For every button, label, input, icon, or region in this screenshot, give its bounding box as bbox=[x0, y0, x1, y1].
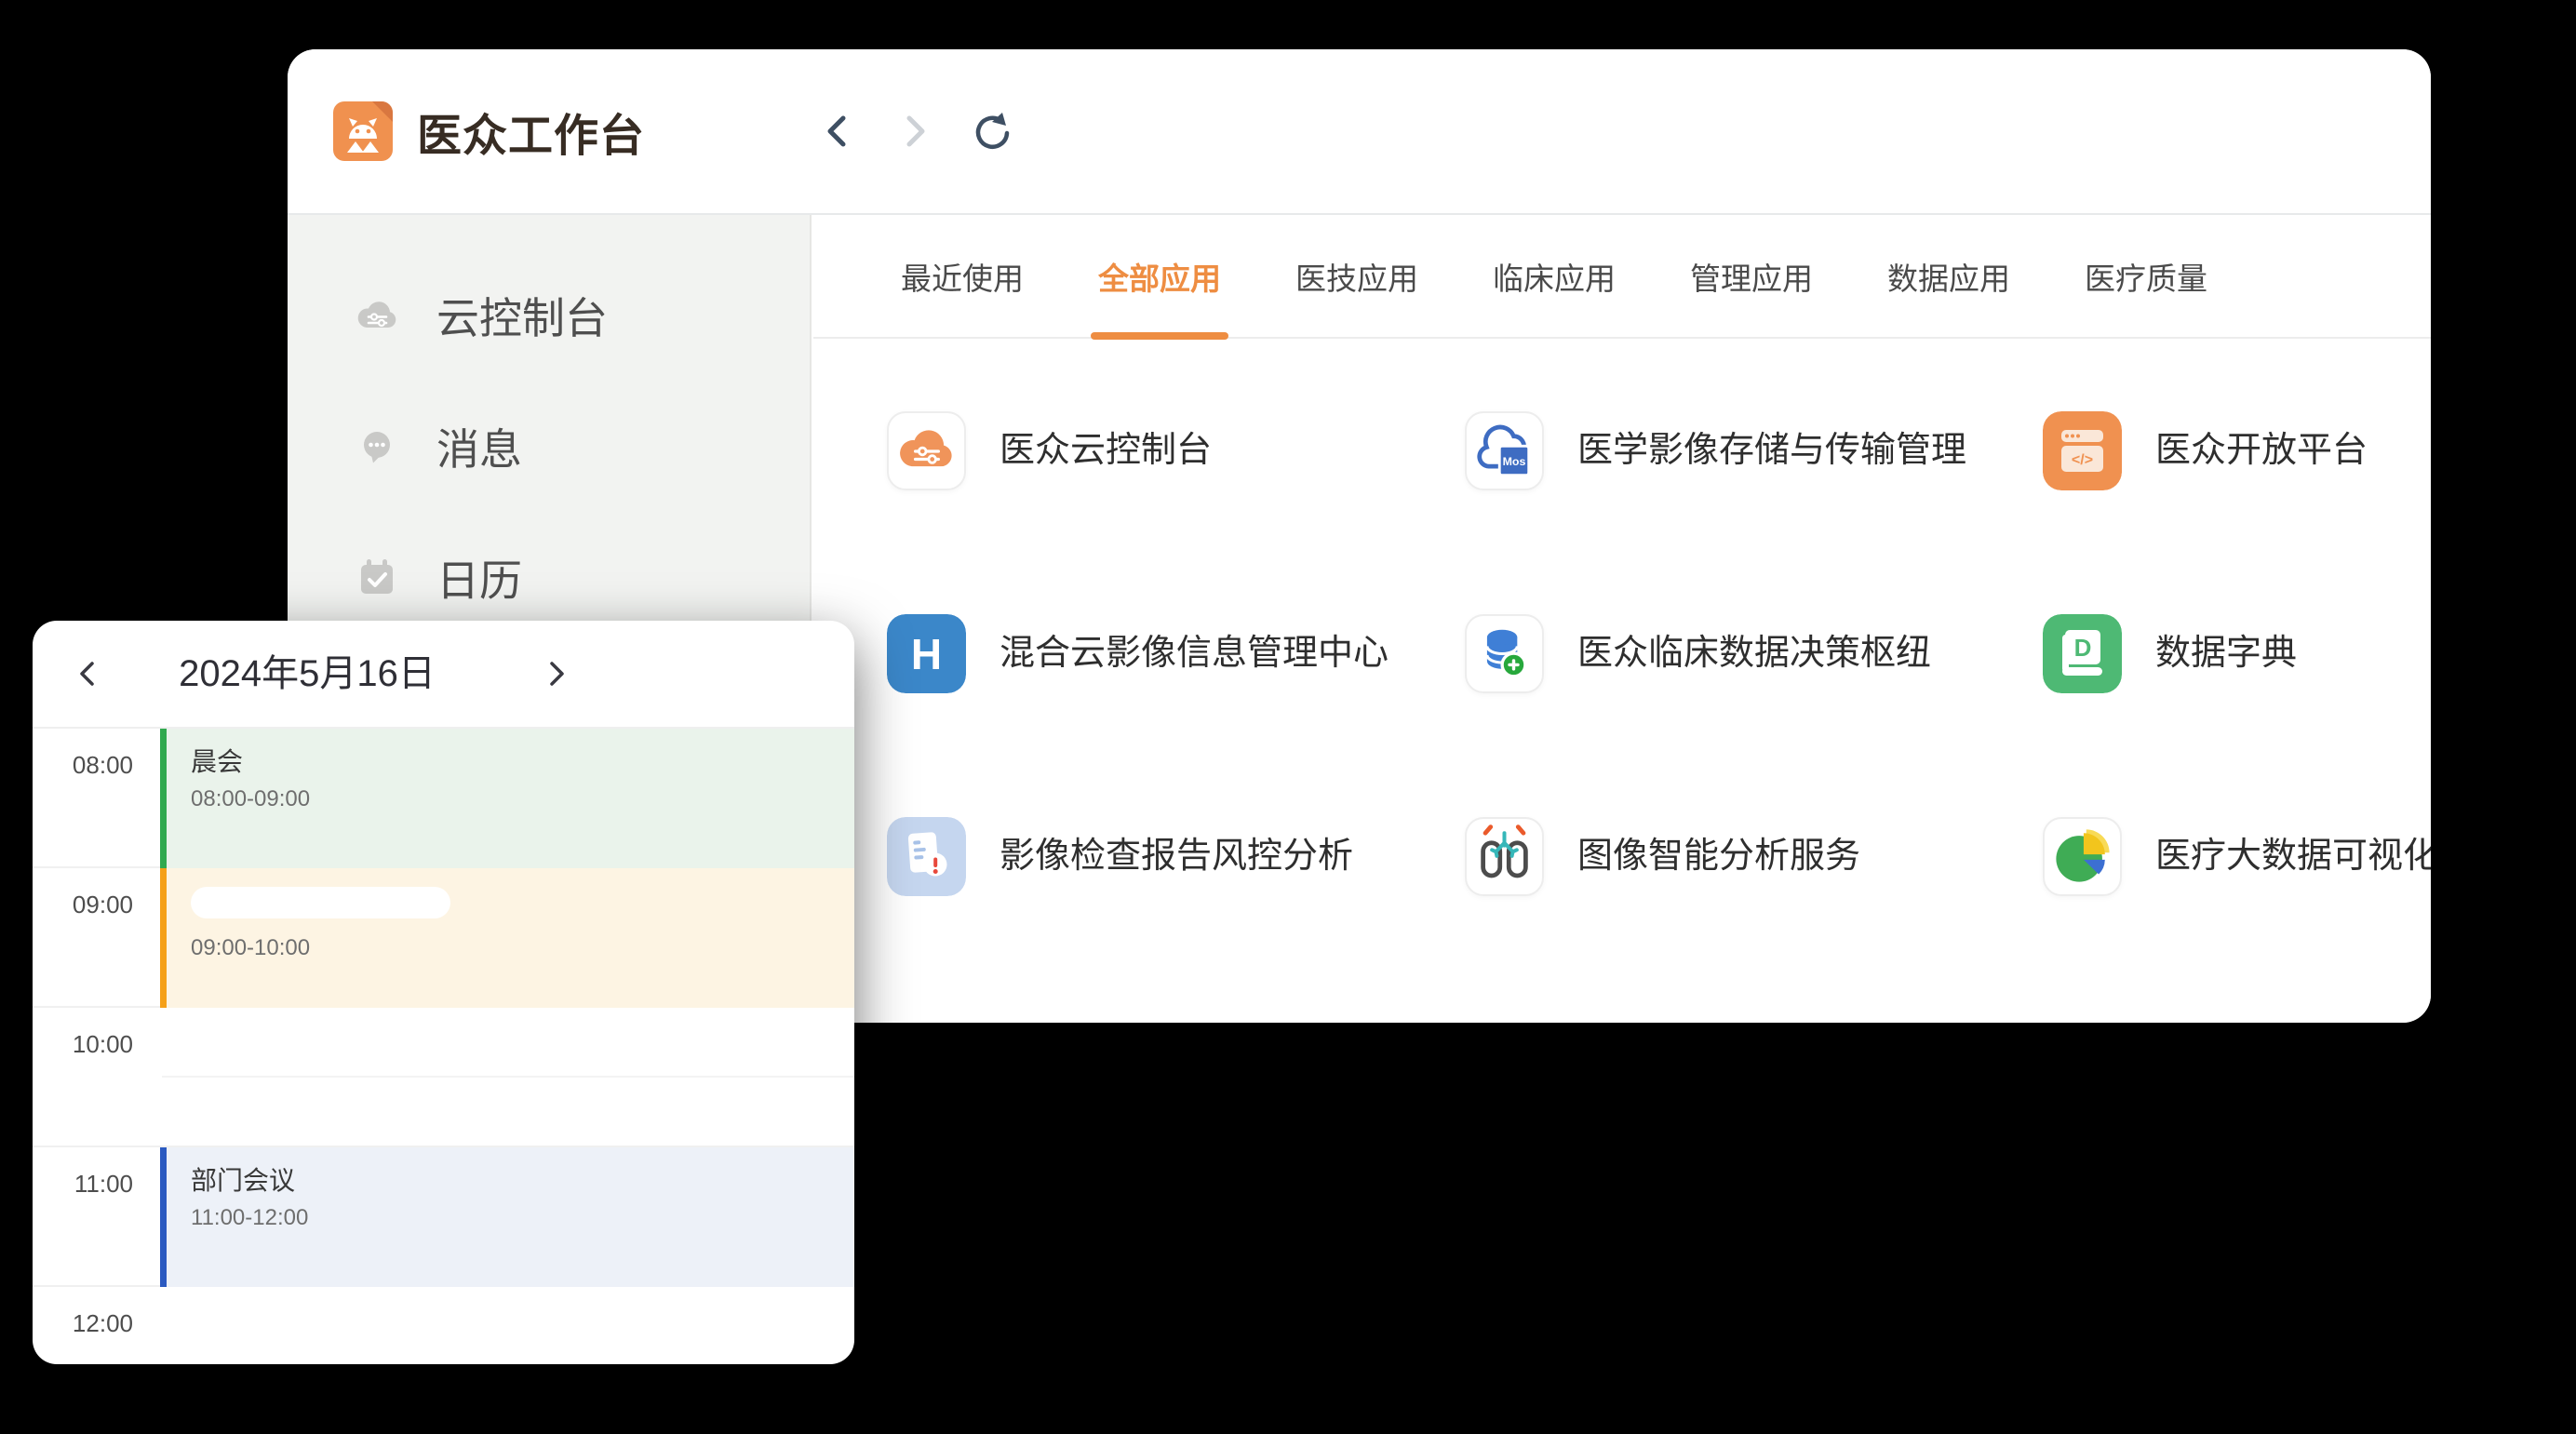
calendar-panel: 2024年5月16日 08:00 09:00 10:00 11:00 12:00… bbox=[33, 621, 854, 1364]
calendar-check-icon bbox=[353, 554, 401, 602]
back-icon[interactable] bbox=[818, 111, 859, 152]
tab-all-apps[interactable]: 全部应用 bbox=[1098, 215, 1221, 337]
calendar-event-department-meeting[interactable]: 部门会议 11:00-12:00 bbox=[160, 1147, 854, 1287]
time-label: 08:00 bbox=[33, 751, 133, 780]
refresh-icon[interactable] bbox=[969, 111, 1010, 152]
app-label: 医疗大数据可视化 bbox=[2155, 817, 2431, 896]
app-logo-icon bbox=[333, 101, 393, 161]
app-image-ai-analysis[interactable]: 图像智能分析服务 bbox=[1465, 817, 2043, 1020]
tab-clinical-apps[interactable]: 临床应用 bbox=[1493, 215, 1616, 337]
event-time: 08:00-09:00 bbox=[191, 786, 854, 812]
hybrid-h-icon: H bbox=[887, 614, 966, 693]
sidebar-item-label: 云控制台 bbox=[436, 285, 608, 346]
app-cloud-console[interactable]: 医众云控制台 bbox=[887, 411, 1465, 614]
app-label: 混合云影像信息管理中心 bbox=[1000, 614, 1389, 693]
event-time: 09:00-10:00 bbox=[191, 935, 854, 961]
calendar-event-morning-meeting[interactable]: 晨会 08:00-09:00 bbox=[160, 729, 854, 868]
h-text: H bbox=[911, 630, 942, 678]
cloud-settings-icon bbox=[353, 291, 401, 340]
app-label: 数据字典 bbox=[2155, 614, 2297, 693]
cloud-mos-icon: Mos bbox=[1465, 411, 1544, 490]
app-data-dictionary[interactable]: D 数据字典 bbox=[2043, 614, 2431, 817]
forward-icon[interactable] bbox=[893, 111, 934, 152]
dictionary-book-icon: D bbox=[2043, 614, 2122, 693]
d-text: D bbox=[2074, 634, 2092, 662]
sidebar-item-messages[interactable]: 消息 bbox=[288, 381, 810, 512]
screenshot-canvas: 医众工作台 bbox=[0, 0, 2576, 1434]
app-big-data-visualization[interactable]: 医疗大数据可视化 bbox=[2043, 817, 2431, 1020]
tab-data-apps[interactable]: 数据应用 bbox=[1887, 215, 2010, 337]
calendar-next-icon[interactable] bbox=[539, 657, 572, 690]
redacted-event-title bbox=[191, 887, 450, 918]
event-time: 11:00-12:00 bbox=[191, 1205, 854, 1231]
nav-controls bbox=[818, 49, 1010, 213]
calendar-event-redacted[interactable]: 09:00-10:00 bbox=[160, 868, 854, 1008]
app-label: 医众开放平台 bbox=[2155, 411, 2368, 490]
tab-bar: 最近使用 全部应用 医技应用 临床应用 管理应用 数据应用 医疗质量 bbox=[813, 215, 2431, 339]
app-hybrid-cloud-imaging[interactable]: H 混合云影像信息管理中心 bbox=[887, 614, 1465, 817]
app-open-platform[interactable]: </> 医众开放平台 bbox=[2043, 411, 2431, 614]
tab-quality[interactable]: 医疗质量 bbox=[2085, 215, 2207, 337]
time-label: 12:00 bbox=[33, 1309, 133, 1338]
app-grid: 医众云控制台 Mos 医学影像存储与传输管理 bbox=[887, 411, 2431, 1020]
tab-medtech-apps[interactable]: 医技应用 bbox=[1295, 215, 1418, 337]
app-label: 影像检查报告风控分析 bbox=[1000, 817, 1353, 896]
window-title: 医众工作台 bbox=[417, 99, 645, 164]
report-alert-icon bbox=[887, 817, 966, 896]
app-label: 医众临床数据决策枢纽 bbox=[1577, 614, 1931, 693]
calendar-prev-icon[interactable] bbox=[72, 657, 105, 690]
time-label: 09:00 bbox=[33, 891, 133, 919]
message-bubble-icon bbox=[353, 422, 401, 471]
lungs-icon bbox=[1465, 817, 1544, 896]
sidebar-item-label: 消息 bbox=[436, 416, 522, 477]
sidebar-item-cloud-console[interactable]: 云控制台 bbox=[288, 249, 810, 381]
app-clinical-data-hub[interactable]: 医众临床数据决策枢纽 bbox=[1465, 614, 2043, 817]
event-title: 部门会议 bbox=[191, 1164, 854, 1198]
cloud-settings-icon bbox=[887, 411, 966, 490]
calendar-date-label: 2024年5月16日 bbox=[135, 621, 479, 727]
calendar-body: 08:00 09:00 10:00 11:00 12:00 晨会 08:00-0… bbox=[33, 729, 854, 1364]
sidebar-item-label: 日历 bbox=[436, 547, 522, 609]
event-title: 晨会 bbox=[191, 745, 854, 779]
tab-recent[interactable]: 最近使用 bbox=[901, 215, 1024, 337]
app-medical-imaging-pacs[interactable]: Mos 医学影像存储与传输管理 bbox=[1465, 411, 2043, 614]
app-label: 图像智能分析服务 bbox=[1577, 817, 1860, 896]
app-report-risk-analysis[interactable]: 影像检查报告风控分析 bbox=[887, 817, 1465, 1020]
app-label: 医学影像存储与传输管理 bbox=[1577, 411, 1966, 490]
pie-chart-icon bbox=[2043, 817, 2122, 896]
half-hour-line bbox=[162, 1076, 854, 1078]
time-label: 10:00 bbox=[33, 1030, 133, 1059]
code-text: </> bbox=[2072, 452, 2093, 468]
tab-management-apps[interactable]: 管理应用 bbox=[1690, 215, 1813, 337]
database-plus-icon bbox=[1465, 614, 1544, 693]
mos-text: Mos bbox=[1503, 455, 1526, 468]
app-label: 医众云控制台 bbox=[1000, 411, 1212, 490]
window-header: 医众工作台 bbox=[288, 49, 2431, 215]
content-area: 最近使用 全部应用 医技应用 临床应用 管理应用 数据应用 医疗质量 bbox=[813, 215, 2431, 1023]
code-window-icon: </> bbox=[2043, 411, 2122, 490]
time-label: 11:00 bbox=[33, 1170, 133, 1199]
calendar-header: 2024年5月16日 bbox=[33, 621, 854, 729]
